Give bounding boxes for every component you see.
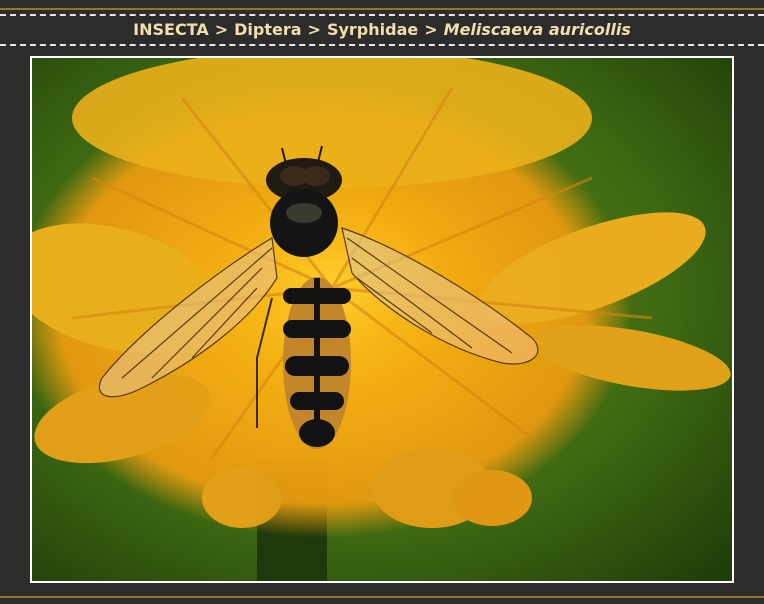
bottom-accent-line [0,596,764,598]
top-accent-line [0,8,764,10]
breadcrumb-separator: > [214,20,229,39]
breadcrumb-species: Meliscaeva auricollis [443,20,631,39]
breadcrumb-separator: > [424,20,438,39]
page-frame: INSECTA > Diptera > Syrphidae > Meliscaeva aur… [0,0,764,604]
top-dashed-divider [0,14,764,16]
breadcrumb-family[interactable]: Syrphidae [327,20,418,39]
breadcrumb-separator: > [307,20,321,39]
breadcrumb-order[interactable]: Diptera [234,20,301,39]
breadcrumb-class[interactable]: INSECTA [133,20,209,39]
breadcrumb: INSECTA > Diptera > Syrphidae > Meliscaeva aur… [0,19,764,41]
bottom-dashed-divider [0,44,764,46]
hoverfly-photo [30,56,734,583]
